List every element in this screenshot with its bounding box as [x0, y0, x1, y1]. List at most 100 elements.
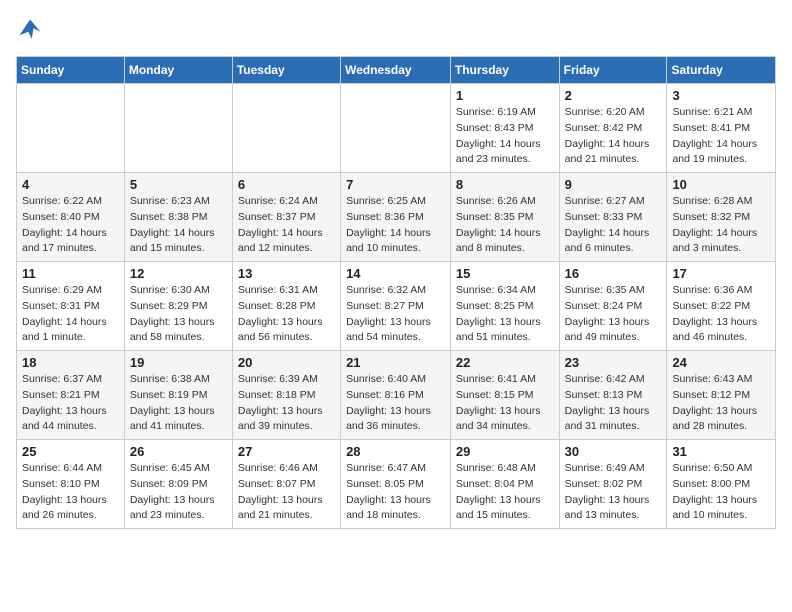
calendar-day-cell: 16 Sunrise: 6:35 AM Sunset: 8:24 PM Dayli… [559, 262, 667, 351]
day-info: Sunrise: 6:21 AM Sunset: 8:41 PM Dayligh… [672, 105, 770, 168]
day-info: Sunrise: 6:23 AM Sunset: 8:38 PM Dayligh… [130, 194, 227, 257]
calendar-week-row: 4 Sunrise: 6:22 AM Sunset: 8:40 PM Daylig… [17, 173, 776, 262]
day-info: Sunrise: 6:20 AM Sunset: 8:42 PM Dayligh… [565, 105, 662, 168]
day-number: 26 [130, 444, 227, 459]
day-info: Sunrise: 6:29 AM Sunset: 8:31 PM Dayligh… [22, 283, 119, 346]
day-info: Sunrise: 6:46 AM Sunset: 8:07 PM Dayligh… [238, 461, 335, 524]
calendar-day-cell: 28Sunrise: 6:47 AM Sunset: 8:05 PM Dayli… [341, 440, 451, 529]
calendar-day-cell: 2Sunrise: 6:20 AM Sunset: 8:42 PM Daylig… [559, 84, 667, 173]
day-info: Sunrise: 6:35 AM Sunset: 8:24 PM Dayligh… [565, 283, 662, 346]
day-info: Sunrise: 6:32 AM Sunset: 8:27 PM Dayligh… [346, 283, 445, 346]
calendar-day-cell: 18Sunrise: 6:37 AM Sunset: 8:21 PM Dayli… [17, 351, 125, 440]
day-info: Sunrise: 6:42 AM Sunset: 8:13 PM Dayligh… [565, 372, 662, 435]
calendar-week-row: 11 Sunrise: 6:29 AM Sunset: 8:31 PM Dayli… [17, 262, 776, 351]
calendar-day-cell: 15 Sunrise: 6:34 AM Sunset: 8:25 PM Dayli… [450, 262, 559, 351]
day-number: 11 [22, 266, 119, 281]
calendar-day-cell [124, 84, 232, 173]
calendar-day-cell: 21 Sunrise: 6:40 AM Sunset: 8:16 PM Dayli… [341, 351, 451, 440]
calendar-day-cell: 5 Sunrise: 6:23 AM Sunset: 8:38 PM Daylig… [124, 173, 232, 262]
day-info: Sunrise: 6:30 AM Sunset: 8:29 PM Dayligh… [130, 283, 227, 346]
calendar-day-cell: 4 Sunrise: 6:22 AM Sunset: 8:40 PM Daylig… [17, 173, 125, 262]
calendar-day-cell: 27Sunrise: 6:46 AM Sunset: 8:07 PM Dayli… [232, 440, 340, 529]
day-info: Sunrise: 6:34 AM Sunset: 8:25 PM Dayligh… [456, 283, 554, 346]
day-number: 4 [22, 177, 119, 192]
day-number: 22 [456, 355, 554, 370]
calendar-day-cell: 7Sunrise: 6:25 AM Sunset: 8:36 PM Daylig… [341, 173, 451, 262]
day-number: 15 [456, 266, 554, 281]
day-info: Sunrise: 6:25 AM Sunset: 8:36 PM Dayligh… [346, 194, 445, 257]
calendar-header-row: SundayMondayTuesdayWednesdayThursdayFrid… [17, 57, 776, 84]
day-info: Sunrise: 6:19 AM Sunset: 8:43 PM Dayligh… [456, 105, 554, 168]
day-info: Sunrise: 6:31 AM Sunset: 8:28 PM Dayligh… [238, 283, 335, 346]
calendar-day-cell: 19 Sunrise: 6:38 AM Sunset: 8:19 PM Dayli… [124, 351, 232, 440]
day-of-week-header: Saturday [667, 57, 776, 84]
day-of-week-header: Tuesday [232, 57, 340, 84]
day-number: 9 [565, 177, 662, 192]
day-info: Sunrise: 6:37 AM Sunset: 8:21 PM Dayligh… [22, 372, 119, 435]
day-number: 21 [346, 355, 445, 370]
day-info: Sunrise: 6:26 AM Sunset: 8:35 PM Dayligh… [456, 194, 554, 257]
calendar-day-cell: 8 Sunrise: 6:26 AM Sunset: 8:35 PM Daylig… [450, 173, 559, 262]
calendar-day-cell: 24 Sunrise: 6:43 AM Sunset: 8:12 PM Dayli… [667, 351, 776, 440]
day-number: 16 [565, 266, 662, 281]
calendar-day-cell: 20 Sunrise: 6:39 AM Sunset: 8:18 PM Dayli… [232, 351, 340, 440]
calendar-day-cell: 10 Sunrise: 6:28 AM Sunset: 8:32 PM Dayli… [667, 173, 776, 262]
day-number: 20 [238, 355, 335, 370]
calendar-week-row: 18Sunrise: 6:37 AM Sunset: 8:21 PM Dayli… [17, 351, 776, 440]
calendar-day-cell: 26Sunrise: 6:45 AM Sunset: 8:09 PM Dayli… [124, 440, 232, 529]
logo [16, 16, 48, 44]
day-info: Sunrise: 6:24 AM Sunset: 8:37 PM Dayligh… [238, 194, 335, 257]
day-number: 12 [130, 266, 227, 281]
calendar-day-cell: 12 Sunrise: 6:30 AM Sunset: 8:29 PM Dayli… [124, 262, 232, 351]
day-of-week-header: Thursday [450, 57, 559, 84]
day-info: Sunrise: 6:39 AM Sunset: 8:18 PM Dayligh… [238, 372, 335, 435]
day-info: Sunrise: 6:48 AM Sunset: 8:04 PM Dayligh… [456, 461, 554, 524]
day-of-week-header: Wednesday [341, 57, 451, 84]
page-header [16, 16, 776, 44]
calendar-day-cell: 29 Sunrise: 6:48 AM Sunset: 8:04 PM Dayli… [450, 440, 559, 529]
day-number: 10 [672, 177, 770, 192]
day-of-week-header: Monday [124, 57, 232, 84]
day-info: Sunrise: 6:40 AM Sunset: 8:16 PM Dayligh… [346, 372, 445, 435]
day-number: 14 [346, 266, 445, 281]
calendar-day-cell: 13 Sunrise: 6:31 AM Sunset: 8:28 PM Dayli… [232, 262, 340, 351]
calendar-day-cell: 9Sunrise: 6:27 AM Sunset: 8:33 PM Daylig… [559, 173, 667, 262]
day-of-week-header: Friday [559, 57, 667, 84]
calendar-day-cell [232, 84, 340, 173]
day-number: 23 [565, 355, 662, 370]
calendar-day-cell: 1Sunrise: 6:19 AM Sunset: 8:43 PM Daylig… [450, 84, 559, 173]
day-number: 30 [565, 444, 662, 459]
day-number: 24 [672, 355, 770, 370]
day-number: 8 [456, 177, 554, 192]
calendar-day-cell [17, 84, 125, 173]
day-number: 5 [130, 177, 227, 192]
day-info: Sunrise: 6:38 AM Sunset: 8:19 PM Dayligh… [130, 372, 227, 435]
day-number: 29 [456, 444, 554, 459]
day-number: 25 [22, 444, 119, 459]
day-info: Sunrise: 6:22 AM Sunset: 8:40 PM Dayligh… [22, 194, 119, 257]
calendar-day-cell: 25 Sunrise: 6:44 AM Sunset: 8:10 PM Dayli… [17, 440, 125, 529]
calendar-day-cell: 6 Sunrise: 6:24 AM Sunset: 8:37 PM Daylig… [232, 173, 340, 262]
day-number: 13 [238, 266, 335, 281]
day-info: Sunrise: 6:47 AM Sunset: 8:05 PM Dayligh… [346, 461, 445, 524]
calendar-day-cell: 22 Sunrise: 6:41 AM Sunset: 8:15 PM Dayli… [450, 351, 559, 440]
day-number: 6 [238, 177, 335, 192]
day-info: Sunrise: 6:50 AM Sunset: 8:00 PM Dayligh… [672, 461, 770, 524]
day-info: Sunrise: 6:44 AM Sunset: 8:10 PM Dayligh… [22, 461, 119, 524]
day-number: 31 [672, 444, 770, 459]
calendar-day-cell: 11 Sunrise: 6:29 AM Sunset: 8:31 PM Dayli… [17, 262, 125, 351]
calendar-day-cell: 23 Sunrise: 6:42 AM Sunset: 8:13 PM Dayli… [559, 351, 667, 440]
day-info: Sunrise: 6:43 AM Sunset: 8:12 PM Dayligh… [672, 372, 770, 435]
calendar-day-cell: 3 Sunrise: 6:21 AM Sunset: 8:41 PM Daylig… [667, 84, 776, 173]
calendar-week-row: 25 Sunrise: 6:44 AM Sunset: 8:10 PM Dayli… [17, 440, 776, 529]
day-number: 19 [130, 355, 227, 370]
day-info: Sunrise: 6:36 AM Sunset: 8:22 PM Dayligh… [672, 283, 770, 346]
day-number: 3 [672, 88, 770, 103]
day-info: Sunrise: 6:28 AM Sunset: 8:32 PM Dayligh… [672, 194, 770, 257]
calendar-table: SundayMondayTuesdayWednesdayThursdayFrid… [16, 56, 776, 529]
day-info: Sunrise: 6:41 AM Sunset: 8:15 PM Dayligh… [456, 372, 554, 435]
calendar-day-cell: 31 Sunrise: 6:50 AM Sunset: 8:00 PM Dayli… [667, 440, 776, 529]
calendar-day-cell: 30Sunrise: 6:49 AM Sunset: 8:02 PM Dayli… [559, 440, 667, 529]
calendar-week-row: 1Sunrise: 6:19 AM Sunset: 8:43 PM Daylig… [17, 84, 776, 173]
calendar-day-cell: 17Sunrise: 6:36 AM Sunset: 8:22 PM Dayli… [667, 262, 776, 351]
